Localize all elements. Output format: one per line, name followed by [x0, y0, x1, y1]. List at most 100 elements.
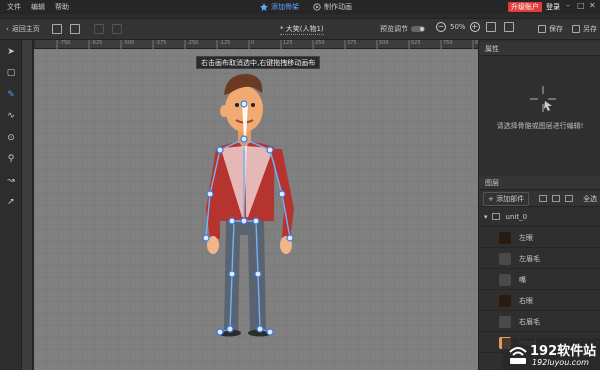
login-button[interactable]: 登录	[546, 2, 560, 12]
menu-file[interactable]: 文件	[7, 2, 21, 12]
preview-label: 预览调节	[380, 25, 408, 33]
ruler-tick-label: 625	[411, 40, 421, 46]
minimize-icon[interactable]: –	[566, 1, 570, 10]
tab-add-skeleton[interactable]: 添加骨架	[260, 2, 299, 12]
layer-label: 左眉毛	[519, 254, 540, 263]
import-icon[interactable]	[69, 24, 80, 34]
save-icon	[538, 25, 546, 33]
layer-thumbnail	[499, 231, 511, 244]
fit-screen-icon[interactable]	[485, 22, 496, 32]
bone-tool-icon[interactable]: ✎	[5, 89, 17, 101]
folder-icon[interactable]	[552, 195, 561, 202]
pointer-tool-icon[interactable]: ➚	[5, 196, 17, 208]
save-as-button[interactable]: 另存	[572, 24, 597, 34]
properties-title: 属性	[479, 42, 600, 56]
redo-icon[interactable]	[111, 24, 122, 34]
ruler-tick-label: 375	[347, 40, 357, 46]
zoom-in-icon[interactable]: +	[469, 22, 480, 32]
layers-toolbar: + 添加部件 全选	[479, 191, 600, 207]
toolbar: ‹ 返回主页 * 大笑(人物1) 预览调节 − 50% + 保存 另存	[0, 18, 600, 40]
document-name[interactable]: * 大笑(人物1)	[280, 24, 324, 35]
layer-item[interactable]: 右眼	[479, 291, 600, 311]
undo-icon[interactable]	[93, 24, 104, 34]
horizontal-ruler: -750 -625 -500 -375 -250 -125 0 125 250 375 500 625…	[35, 40, 485, 49]
vertical-ruler	[22, 40, 33, 370]
tab-add-skeleton-label: 添加骨架	[271, 3, 299, 11]
chevron-left-icon: ‹	[6, 25, 9, 33]
save-label: 保存	[549, 25, 563, 33]
layer-thumbnail	[499, 252, 511, 265]
ruler-tick-label: 750	[443, 40, 453, 46]
save-as-icon	[572, 25, 580, 33]
back-home-label: 返回主页	[11, 25, 40, 33]
watermark-url: 192luyou.com	[532, 358, 589, 367]
zoom-controls: − 50% +	[436, 22, 514, 32]
path-tool-icon[interactable]: ↝	[5, 175, 17, 187]
bind-tool-icon[interactable]: ⚲	[5, 153, 17, 165]
preview-toggle[interactable]: 预览调节	[380, 24, 425, 34]
select-box-icon[interactable]: ▢	[5, 67, 17, 79]
zoom-out-icon[interactable]: −	[436, 22, 446, 32]
canvas[interactable]	[34, 49, 478, 370]
select-all-button[interactable]: 全选	[583, 194, 597, 204]
ruler-tick-label: -750	[59, 40, 71, 46]
group-icon	[491, 213, 500, 220]
tab-make-animation[interactable]: 制作动画	[313, 2, 352, 12]
properties-message: 请选择骨骼或图层进行编辑!	[496, 122, 584, 130]
close-icon[interactable]: ✕	[589, 1, 596, 10]
select-arrow-icon[interactable]: ➤	[5, 46, 17, 58]
watermark-title: 192软件站	[530, 344, 597, 359]
ruler-tick-label: 500	[379, 40, 389, 46]
layer-root-label: unit_0	[505, 212, 528, 221]
copy-icon[interactable]	[565, 195, 574, 202]
ruler-tick-label: 0	[251, 40, 255, 46]
save-as-label: 另存	[583, 25, 597, 33]
back-home-button[interactable]: ‹ 返回主页	[6, 24, 40, 34]
animation-icon	[313, 3, 321, 11]
layer-group-root[interactable]: ▾ unit_0	[479, 207, 600, 227]
character-figure[interactable]	[34, 49, 478, 370]
watermark-logo-icon	[509, 347, 527, 364]
ruler-tick-label: -500	[123, 40, 135, 46]
upgrade-account-button[interactable]: 升级账户	[508, 2, 542, 12]
add-part-button[interactable]: + 添加部件	[483, 191, 530, 206]
toggle-switch[interactable]	[411, 26, 425, 32]
right-panel: 属性 请选择骨骼或图层进行编辑! 图层 + 添加部件 全选 ▾ unit_0 左…	[478, 40, 600, 370]
ruler-tick-label: -250	[187, 40, 199, 46]
ruler-tick-label: -625	[91, 40, 103, 46]
caret-down-icon[interactable]: ▾	[484, 213, 488, 221]
canvas-tooltip: 右击画布取消选中,右键拖拽移动画布	[196, 56, 321, 69]
new-file-icon[interactable]	[51, 24, 62, 34]
layer-thumbnail	[499, 273, 511, 286]
ruler-tick-label: 250	[315, 40, 325, 46]
joint-tool-icon[interactable]: ⊙	[5, 132, 17, 144]
fullscreen-icon[interactable]	[503, 22, 514, 32]
menu-help[interactable]: 帮助	[55, 2, 69, 12]
menu-edit[interactable]: 编辑	[31, 2, 45, 12]
tool-strip: ➤ ▢ ✎ ∿ ⊙ ⚲ ↝ ➚	[0, 40, 22, 370]
layer-item[interactable]: 左眼	[479, 228, 600, 248]
ruler-tick-label: 125	[283, 40, 293, 46]
layers-title: 图层	[479, 176, 600, 190]
layer-label: 左眼	[519, 233, 533, 242]
save-button[interactable]: 保存	[538, 24, 563, 34]
layer-thumbnail	[499, 315, 511, 328]
curve-tool-icon[interactable]: ∿	[5, 110, 17, 122]
layer-item[interactable]: 左眉毛	[479, 249, 600, 269]
zoom-level: 50%	[450, 23, 466, 31]
maximize-icon[interactable]: □	[577, 1, 585, 10]
menu-bar: 文件 编辑 帮助 添加骨架 制作动画 升级账户 登录 – □ ✕	[0, 0, 600, 14]
layer-item[interactable]: 右眉毛	[479, 312, 600, 332]
layer-label: 右眉毛	[519, 317, 540, 326]
ruler-tick-label: -375	[155, 40, 167, 46]
skeleton-icon	[260, 3, 268, 11]
image-layer-icon[interactable]	[539, 195, 548, 202]
layer-label: 嘴	[519, 275, 526, 284]
crosshair-icon	[530, 86, 556, 112]
layer-item[interactable]: 嘴	[479, 270, 600, 290]
tab-make-animation-label: 制作动画	[324, 3, 352, 11]
layer-label: 右眼	[519, 296, 533, 305]
ruler-tick-label: -125	[219, 40, 231, 46]
watermark: 192软件站 192luyou.com	[502, 338, 600, 370]
layer-thumbnail	[499, 294, 511, 307]
